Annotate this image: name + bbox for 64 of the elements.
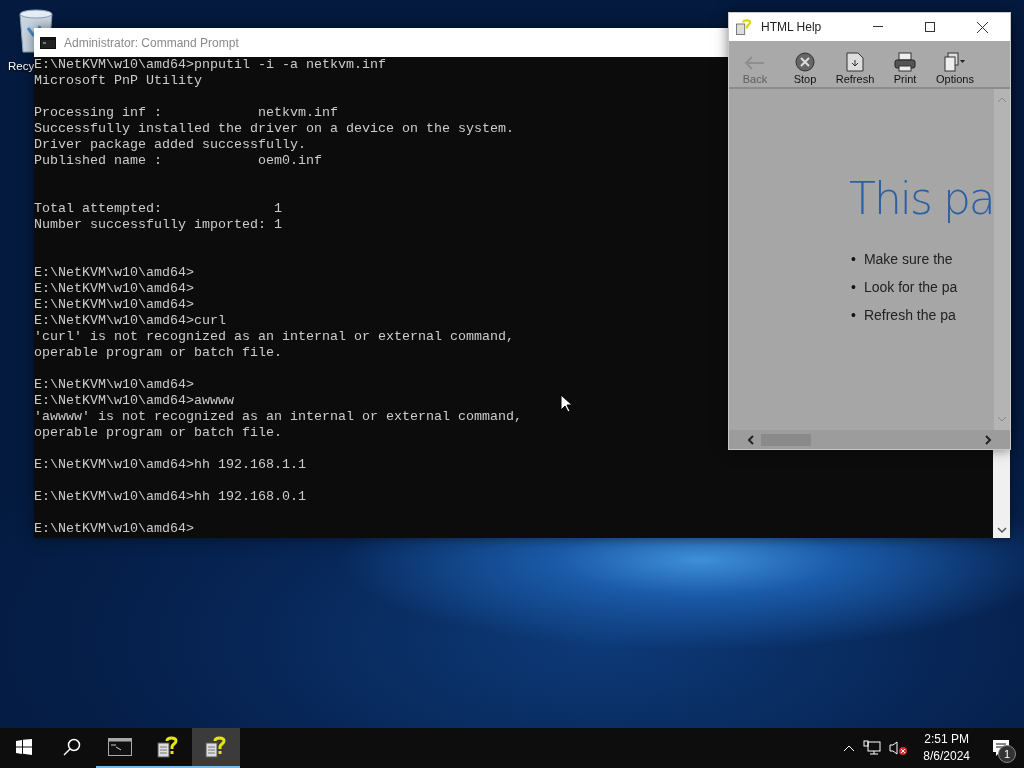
bullet-item: Make sure the — [863, 250, 953, 268]
window-title: HTML Help — [761, 20, 823, 34]
mouse-pointer-icon — [560, 394, 572, 413]
notification-count: 1 — [998, 745, 1016, 763]
page-heading: This pa — [849, 173, 994, 224]
console-line: Driver package added successfully. — [34, 137, 306, 153]
console-icon — [108, 738, 132, 756]
scroll-down-icon[interactable] — [996, 526, 1007, 534]
horizontal-scrollbar[interactable] — [729, 430, 1010, 449]
console-line: E:\NetKVM\w10\amd64>curl — [34, 313, 226, 329]
console-line: E:\NetKVM\w10\amd64> — [34, 377, 194, 393]
console-line: E:\NetKVM\w10\amd64>hh 192.168.0.1 — [34, 489, 306, 505]
muted-speaker-icon[interactable] — [889, 740, 908, 756]
console-line: E:\NetKVM\w10\amd64>pnputil -i -a netkvm.inf — [34, 57, 386, 73]
taskbar-app-button[interactable] — [192, 728, 240, 768]
console-line: E:\NetKVM\w10\amd64>hh 192.168.1.1 — [34, 457, 306, 473]
console-line: Total attempted: 1 — [34, 201, 282, 217]
console-line: E:\NetKVM\w10\amd64> — [34, 281, 194, 297]
bullet-marker: • — [851, 250, 856, 268]
chevron-up-icon[interactable] — [843, 744, 856, 752]
toolbar-button[interactable]: Options — [933, 52, 977, 85]
bullet-marker: • — [851, 278, 856, 296]
help-document-icon — [204, 735, 228, 759]
console-line: Number successfully imported: 1 — [34, 217, 282, 233]
close-icon — [976, 21, 988, 33]
bullet-item: Look for the pa — [863, 278, 958, 296]
printer-icon — [894, 52, 916, 72]
clock-time[interactable]: 2:51 PM — [924, 731, 969, 748]
clock-date[interactable]: 8/6/2024 — [923, 748, 970, 765]
search-icon — [63, 738, 81, 756]
options-icon — [944, 52, 966, 72]
console-line: 'curl' is not recognized as an internal or external command, — [34, 329, 514, 345]
console-line: Microsoft PnP Utility — [34, 73, 202, 89]
console-line: E:\NetKVM\w10\amd64> — [34, 265, 194, 281]
network-icon[interactable] — [863, 740, 882, 756]
back-arrow-icon — [744, 54, 766, 72]
vertical-scrollbar[interactable] — [993, 448, 1010, 538]
scroll-right-icon[interactable] — [984, 434, 992, 445]
bullet-item: Refresh the pa — [863, 306, 956, 324]
console-line: E:\NetKVM\w10\amd64> — [34, 521, 194, 537]
console-line: operable program or batch file. — [34, 425, 282, 441]
desktop-icon-label: Recy — [8, 60, 35, 72]
console-line: 'awwww' is not recognized as an internal or external command, — [34, 409, 522, 425]
help-document-icon — [156, 735, 180, 759]
toolbar-button[interactable]: Print — [883, 52, 927, 85]
console-line: Published name : oem0.inf — [34, 153, 322, 169]
action-center-button[interactable]: 1 — [986, 733, 1016, 763]
console-line: operable program or batch file. — [34, 345, 282, 361]
console-line: Processing inf : netkvm.inf — [34, 105, 338, 121]
maximize-icon — [925, 22, 935, 32]
console-line: E:\NetKVM\w10\amd64> — [34, 297, 194, 313]
toolbar-button[interactable]: Stop — [783, 52, 827, 85]
window-title: Administrator: Command Prompt — [64, 35, 239, 50]
console-icon — [40, 36, 56, 49]
scroll-left-icon[interactable] — [747, 434, 755, 445]
stop-icon — [795, 52, 815, 72]
refresh-page-icon — [846, 52, 864, 72]
console-line: E:\NetKVM\w10\amd64>awwww — [34, 393, 234, 409]
minimize-icon — [873, 26, 883, 28]
toolbar-button[interactable]: Refresh — [833, 52, 877, 85]
help-document-icon — [735, 18, 753, 36]
console-line: Successfully installed the driver on a device on the system. — [34, 121, 514, 137]
windows-logo-icon — [16, 739, 32, 755]
bullet-marker: • — [851, 306, 856, 324]
